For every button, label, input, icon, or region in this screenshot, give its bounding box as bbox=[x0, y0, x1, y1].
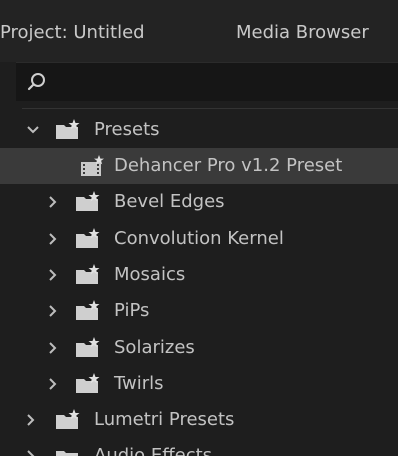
tree-item-label: Lumetri Presets bbox=[94, 409, 235, 430]
preset-folder-icon bbox=[74, 372, 102, 396]
search-bar bbox=[16, 62, 398, 101]
chevron-right-icon[interactable] bbox=[46, 340, 60, 356]
tab-media-browser[interactable]: Media Browser bbox=[236, 22, 369, 44]
panel-header: Project: Untitled Media Browser bbox=[0, 0, 398, 62]
chevron-right-icon[interactable] bbox=[46, 376, 60, 392]
preset-folder-icon bbox=[54, 408, 82, 432]
tree-item-convolution-kernel[interactable]: Convolution Kernel bbox=[0, 221, 398, 257]
tree-item-label: Twirls bbox=[114, 373, 164, 394]
tree-item-mosaics[interactable]: Mosaics bbox=[0, 257, 398, 293]
chevron-right-icon[interactable] bbox=[24, 412, 38, 428]
tree-item-label: Dehancer Pro v1.2 Preset bbox=[114, 155, 343, 176]
search-input[interactable] bbox=[54, 69, 388, 97]
chevron-right-icon[interactable] bbox=[24, 448, 38, 456]
tree-item-label: Convolution Kernel bbox=[114, 228, 284, 249]
preset-folder-icon bbox=[74, 263, 102, 287]
preset-clip-icon bbox=[78, 154, 106, 178]
tree-item-bevel-edges[interactable]: Bevel Edges bbox=[0, 184, 398, 220]
tree-item-pips[interactable]: PiPs bbox=[0, 293, 398, 329]
tree-item-label: Bevel Edges bbox=[114, 191, 225, 212]
chevron-right-icon[interactable] bbox=[46, 194, 60, 210]
tab-project[interactable]: Project: Untitled bbox=[0, 22, 145, 44]
divider bbox=[22, 108, 398, 109]
tree-item-audio-effects[interactable]: Audio Effects bbox=[0, 438, 398, 456]
search-icon[interactable] bbox=[26, 71, 48, 93]
chevron-right-icon[interactable] bbox=[46, 231, 60, 247]
tree-item-lumetri-presets[interactable]: Lumetri Presets bbox=[0, 402, 398, 438]
effects-tree: Presets Dehancer Pro v1.2 Preset Bevel E… bbox=[0, 110, 398, 456]
tree-item-dehancer-pro-preset[interactable]: Dehancer Pro v1.2 Preset bbox=[0, 148, 398, 184]
preset-folder-icon bbox=[74, 227, 102, 251]
tree-item-presets[interactable]: Presets bbox=[0, 112, 398, 148]
folder-icon bbox=[54, 444, 82, 456]
preset-folder-icon bbox=[74, 190, 102, 214]
chevron-down-icon[interactable] bbox=[26, 122, 40, 138]
preset-folder-icon bbox=[54, 118, 82, 142]
tree-item-label: Mosaics bbox=[114, 264, 186, 285]
chevron-right-icon[interactable] bbox=[46, 267, 60, 283]
tree-item-label: Solarizes bbox=[114, 337, 195, 358]
chevron-right-icon[interactable] bbox=[46, 303, 60, 319]
tree-item-twirls[interactable]: Twirls bbox=[0, 366, 398, 402]
preset-folder-icon bbox=[74, 336, 102, 360]
tree-item-label: PiPs bbox=[114, 300, 150, 321]
tree-item-solarizes[interactable]: Solarizes bbox=[0, 330, 398, 366]
preset-folder-icon bbox=[74, 299, 102, 323]
tree-item-label: Presets bbox=[94, 119, 160, 140]
tree-item-label: Audio Effects bbox=[94, 445, 213, 456]
